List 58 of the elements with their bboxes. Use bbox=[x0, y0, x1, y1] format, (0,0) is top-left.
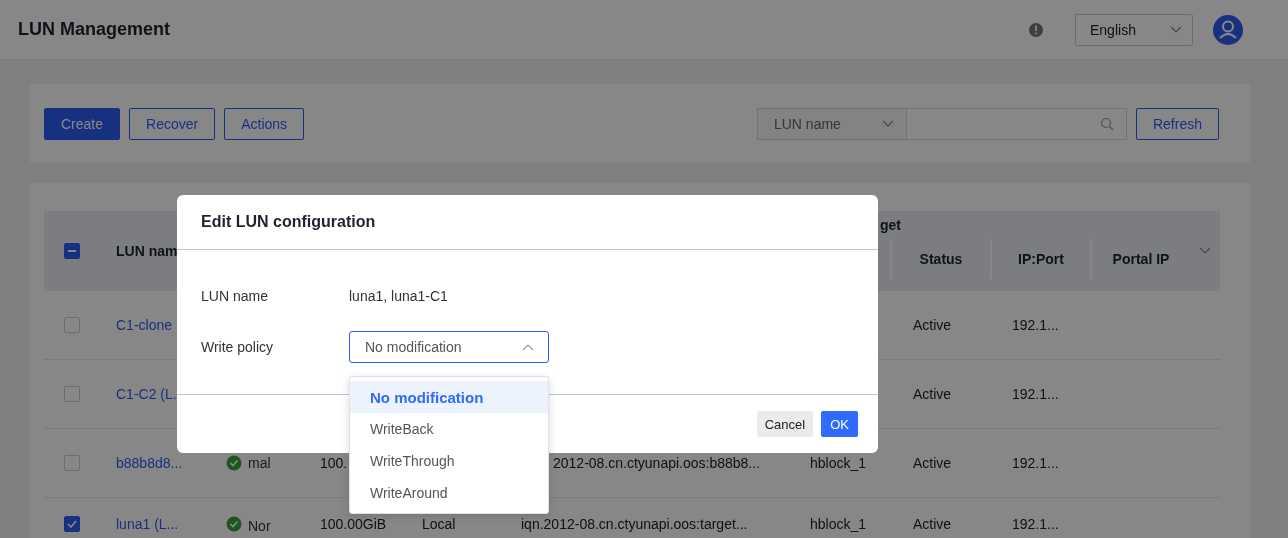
column-group-heading: get bbox=[880, 217, 901, 233]
status-text: Active bbox=[913, 386, 952, 402]
dialog-title: Edit LUN configuration bbox=[177, 195, 878, 250]
lun-name-link[interactable]: luna1 (L... bbox=[116, 516, 179, 532]
status-text: Active bbox=[913, 516, 952, 532]
dropdown-option[interactable]: WriteThrough bbox=[350, 445, 548, 477]
health-status: mal bbox=[248, 454, 272, 473]
column-heading: IP:Port bbox=[1018, 251, 1064, 267]
search-field[interactable] bbox=[906, 107, 1127, 140]
health-status: Nor bbox=[248, 517, 272, 536]
type-text: Local bbox=[422, 516, 456, 532]
cancel-button[interactable]: Cancel bbox=[756, 411, 814, 437]
language-select[interactable]: English bbox=[1075, 13, 1193, 46]
ip-port-text: 192.1... bbox=[1012, 455, 1059, 471]
lun-name-link[interactable]: C1-C2 (L. bbox=[116, 386, 177, 402]
toolbar-button[interactable]: Recover bbox=[129, 107, 216, 140]
block-text: hblock_1 bbox=[810, 516, 867, 532]
capacity-text: 100.00GiB bbox=[320, 516, 387, 532]
chevron-down-icon bbox=[1199, 247, 1211, 255]
target-iqn-text: 2012-08.cn.ctyunapi.oos:b88b8... bbox=[553, 455, 761, 471]
capacity-text: 100. bbox=[320, 455, 348, 471]
minus-icon bbox=[68, 250, 76, 252]
dropdown-option[interactable]: No modification bbox=[350, 381, 548, 413]
refresh-button[interactable]: Refresh bbox=[1135, 107, 1219, 140]
select-all-checkbox[interactable] bbox=[64, 243, 80, 259]
filter-value: LUN name bbox=[773, 115, 841, 132]
lun-name-link[interactable]: C1-clone bbox=[116, 317, 173, 333]
field-label: LUN name bbox=[201, 288, 269, 304]
chevron-down-icon bbox=[881, 119, 894, 128]
ip-port-text: 192.1... bbox=[1012, 516, 1059, 532]
dropdown-option[interactable]: WriteBack bbox=[350, 413, 548, 445]
ip-port-text: 192.1... bbox=[1012, 317, 1059, 333]
column-heading: Portal IP bbox=[1112, 251, 1170, 267]
field-label: Write policy bbox=[201, 339, 275, 355]
column-heading: Status bbox=[919, 251, 963, 267]
chevron-up-icon bbox=[522, 343, 534, 351]
select-value: No modification bbox=[365, 339, 462, 355]
column-heading: LUN nam bbox=[116, 243, 178, 259]
ip-port-text: 192.1... bbox=[1012, 386, 1059, 402]
avatar-icon[interactable] bbox=[1213, 14, 1243, 45]
block-text: hblock_1 bbox=[810, 455, 867, 471]
target-iqn-text: iqn.2012-08.cn.ctyunapi.oos:target... bbox=[521, 516, 748, 532]
chevron-down-icon bbox=[1170, 25, 1182, 34]
check-circle-icon bbox=[226, 455, 242, 471]
lun-name-link[interactable]: b88b8d8... bbox=[116, 455, 183, 471]
info-icon bbox=[1028, 21, 1044, 38]
toolbar-button[interactable]: Actions bbox=[224, 107, 305, 140]
language-value: English bbox=[1090, 21, 1136, 38]
field-value: luna1, luna1-C1 bbox=[349, 288, 448, 304]
dropdown-option[interactable]: WriteAround bbox=[350, 477, 548, 509]
ok-button[interactable]: OK bbox=[821, 411, 858, 437]
filter-select[interactable]: LUN name bbox=[756, 107, 907, 140]
status-text: Active bbox=[913, 317, 952, 333]
create-button[interactable]: Create bbox=[44, 107, 121, 140]
search-icon bbox=[1099, 116, 1114, 131]
status-text: Active bbox=[913, 455, 952, 471]
select-field[interactable]: No modification bbox=[349, 331, 549, 363]
page-title: LUN Management bbox=[18, 19, 170, 40]
